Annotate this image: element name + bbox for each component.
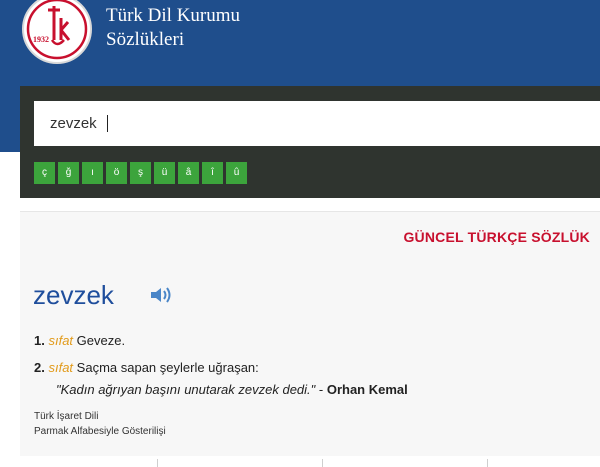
key-u-umlaut[interactable]: ü bbox=[154, 162, 175, 184]
meaning-example: "Kadın ağrıyan başını unutarak zevzek de… bbox=[34, 379, 408, 401]
key-u-circumflex[interactable]: û bbox=[226, 162, 247, 184]
key-g-breve[interactable]: ğ bbox=[58, 162, 79, 184]
special-char-keys: ç ğ ı ö ş ü â î û bbox=[34, 162, 250, 184]
text-cursor bbox=[107, 115, 108, 132]
tdk-logo-mark-icon bbox=[26, 0, 88, 60]
search-input[interactable] bbox=[34, 101, 600, 146]
meaning-number: 2. bbox=[34, 360, 45, 375]
logo-year: 1932 bbox=[33, 35, 49, 44]
dictionary-title: GÜNCEL TÜRKÇE SÖZLÜK bbox=[403, 229, 590, 245]
example-separator: - bbox=[315, 382, 327, 397]
site-title-line1: Türk Dil Kurumu bbox=[106, 5, 241, 26]
divider bbox=[487, 459, 488, 467]
speaker-icon[interactable] bbox=[150, 286, 174, 309]
divider bbox=[322, 459, 323, 467]
meaning-text: Saçma sapan şeylerle uğraşan: bbox=[76, 360, 259, 375]
key-i-circumflex[interactable]: î bbox=[202, 162, 223, 184]
key-a-circumflex[interactable]: â bbox=[178, 162, 199, 184]
part-of-speech: sıfat bbox=[48, 333, 74, 348]
finger-alphabet-label: Parmak Alfabesiyle Gösterilişi bbox=[34, 426, 166, 437]
meaning-text: Geveze. bbox=[76, 333, 126, 348]
result-panel: GÜNCEL TÜRKÇE SÖZLÜK zevzek 1. sıfat Gev… bbox=[20, 211, 600, 457]
site-title-line2: Sözlükleri bbox=[106, 29, 185, 50]
meaning-number: 1. bbox=[34, 333, 45, 348]
meaning-item: 1. sıfat Geveze. bbox=[34, 330, 408, 352]
meaning-item: 2. sıfat Saçma sapan şeylerle uğraşan: bbox=[34, 357, 408, 379]
meanings-list: 1. sıfat Geveze. 2. sıfat Saçma sapan şe… bbox=[34, 330, 408, 401]
example-text: "Kadın ağrıyan başını unutarak zevzek de… bbox=[56, 382, 316, 397]
entry-word: zevzek bbox=[33, 280, 114, 310]
key-dotless-i[interactable]: ı bbox=[82, 162, 103, 184]
tdk-logo[interactable]: 1932 bbox=[22, 0, 92, 64]
part-of-speech: sıfat bbox=[48, 360, 74, 375]
key-s-cedilla[interactable]: ş bbox=[130, 162, 151, 184]
site-title[interactable]: Türk Dil Kurumu Sözlükleri bbox=[106, 4, 240, 52]
divider bbox=[157, 459, 158, 467]
key-c-cedilla[interactable]: ç bbox=[34, 162, 55, 184]
search-panel: ç ğ ı ö ş ü â î û bbox=[20, 86, 600, 198]
sign-language-label: Türk İşaret Dili bbox=[34, 411, 99, 422]
bottom-strip bbox=[0, 456, 600, 467]
sign-language-section: Türk İşaret Dili Parmak Alfabesiyle Göst… bbox=[34, 409, 166, 439]
example-author: Orhan Kemal bbox=[326, 382, 408, 397]
key-o-umlaut[interactable]: ö bbox=[106, 162, 127, 184]
